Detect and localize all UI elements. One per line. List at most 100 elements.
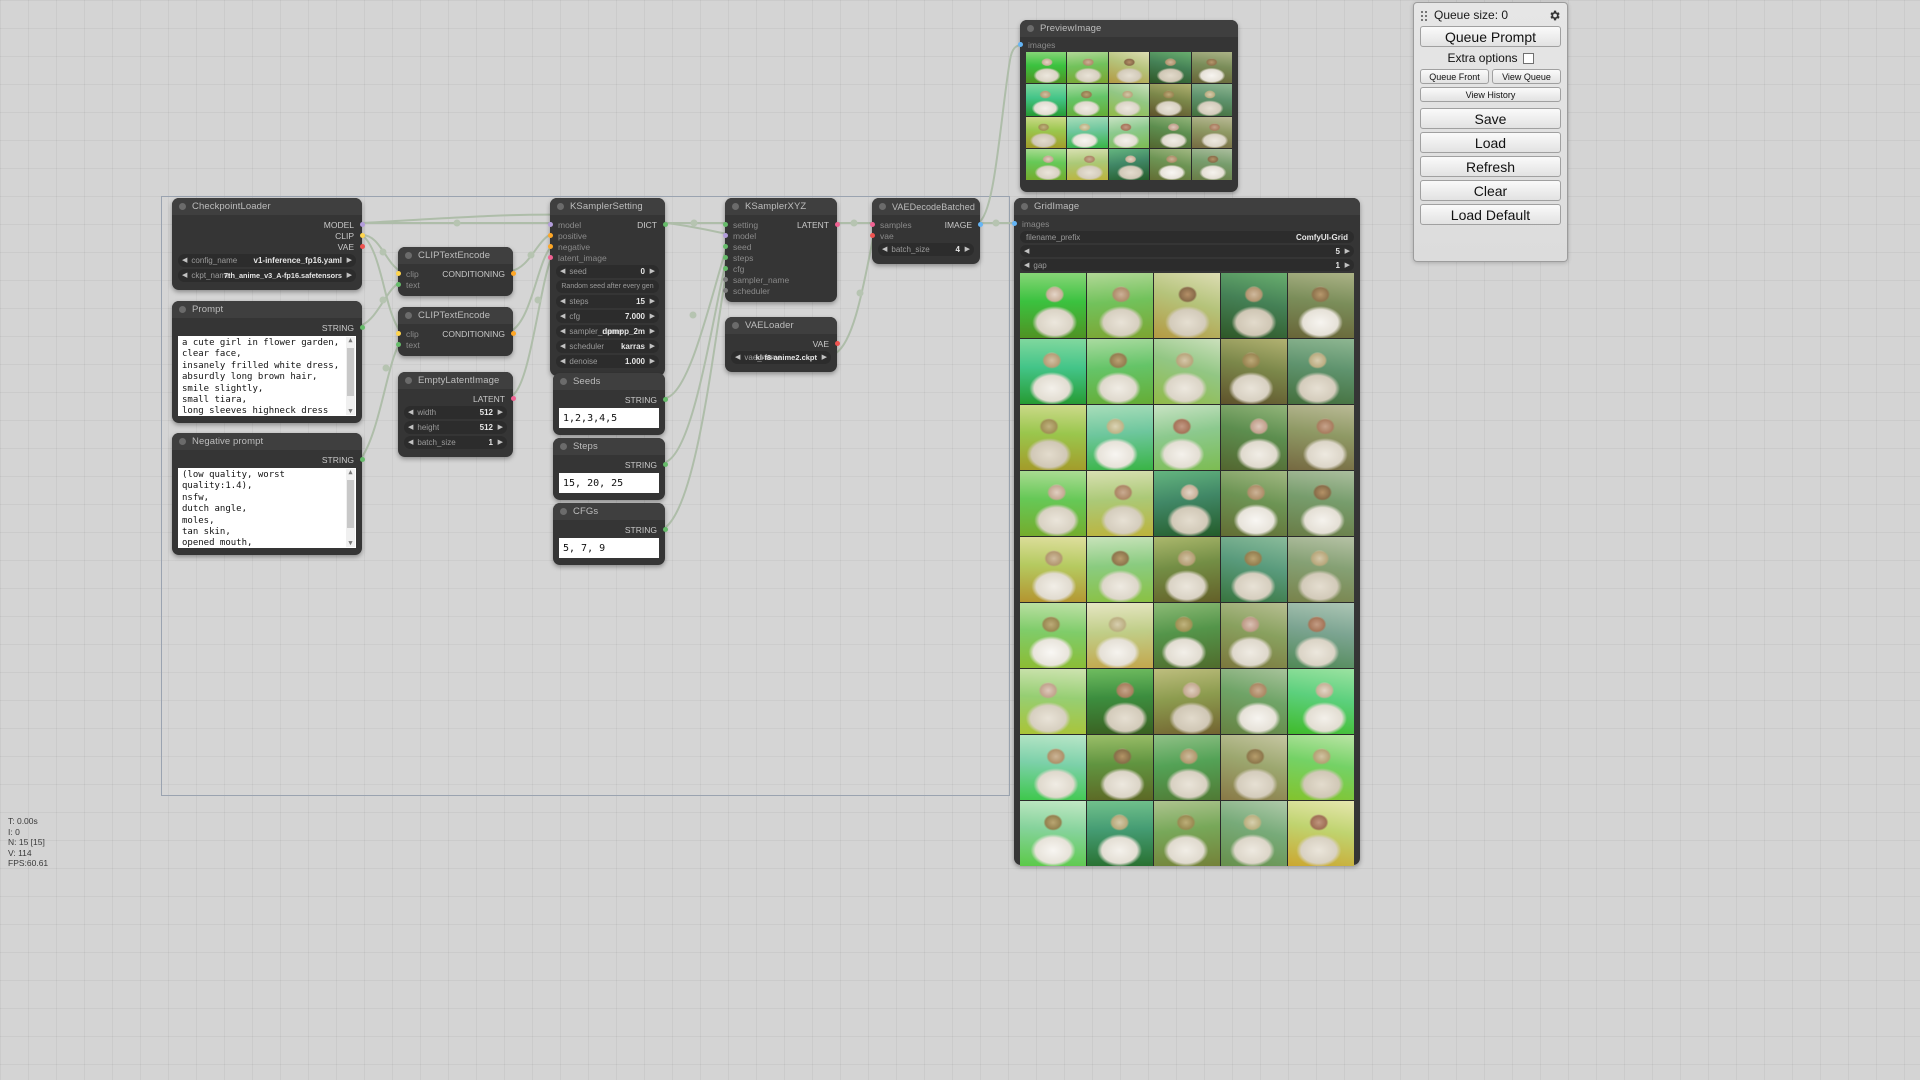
seeds-input[interactable]: 1,2,3,4,5 bbox=[559, 408, 659, 428]
node-title-bar[interactable]: CFGs bbox=[553, 503, 665, 520]
save-button[interactable]: Save bbox=[1420, 108, 1561, 129]
io-row-setting-latent[interactable]: setting LATENT bbox=[722, 219, 840, 230]
port-dot-string[interactable] bbox=[359, 457, 365, 462]
port-dot-text[interactable] bbox=[395, 342, 401, 347]
textarea-scrollbar[interactable]: ▲ ▼ bbox=[346, 337, 355, 415]
port-dot-vae[interactable] bbox=[834, 341, 840, 346]
node-title-bar[interactable]: Steps bbox=[553, 438, 665, 455]
port-dot-clip[interactable] bbox=[395, 331, 401, 336]
extra-options-checkbox[interactable] bbox=[1522, 52, 1534, 64]
port-dot-text[interactable] bbox=[395, 282, 401, 287]
io-row-clip-conditioning[interactable]: clip CONDITIONING bbox=[395, 268, 516, 279]
port-dot-model[interactable] bbox=[722, 233, 728, 238]
node-title-bar[interactable]: EmptyLatentImage bbox=[398, 372, 513, 389]
output-port-latent[interactable]: LATENT bbox=[398, 393, 516, 404]
node-cfgs[interactable]: CFGs STRING 5, 7, 9 bbox=[553, 503, 668, 565]
port-dot-steps[interactable] bbox=[722, 255, 728, 260]
port-dot-conditioning[interactable] bbox=[510, 331, 516, 336]
prompt-textarea[interactable]: a cute girl in flower garden, clear face… bbox=[178, 336, 356, 416]
port-dot-model[interactable] bbox=[359, 222, 365, 227]
node-title-bar[interactable]: VAEDecodeBatched bbox=[872, 198, 980, 215]
widget-steps[interactable]: ◀ steps 15 ▶ bbox=[556, 295, 659, 308]
chevron-left-icon[interactable]: ◀ bbox=[560, 298, 565, 305]
node-title-bar[interactable]: KSamplerSetting bbox=[550, 198, 665, 215]
node-title-bar[interactable]: Negative prompt bbox=[172, 433, 362, 450]
chevron-left-icon[interactable]: ◀ bbox=[560, 343, 565, 350]
widget-columns[interactable]: ◀ 5 ▶ bbox=[1020, 245, 1354, 257]
collapse-dot-icon[interactable] bbox=[179, 203, 186, 210]
collapse-dot-icon[interactable] bbox=[405, 252, 412, 259]
chevron-right-icon[interactable]: ▶ bbox=[650, 313, 655, 320]
node-ksampler-setting[interactable]: KSamplerSetting model DICT positive nega… bbox=[547, 198, 668, 376]
port-dot-string[interactable] bbox=[662, 462, 668, 467]
chevron-right-icon[interactable]: ▶ bbox=[965, 246, 970, 253]
output-port-string[interactable]: STRING bbox=[172, 454, 365, 465]
node-prompt[interactable]: Prompt STRING a cute girl in flower gard… bbox=[172, 301, 365, 423]
output-port-string[interactable]: STRING bbox=[553, 524, 668, 535]
widget-scheduler[interactable]: ◀ scheduler karras ▶ bbox=[556, 340, 659, 353]
port-dot-clip[interactable] bbox=[395, 271, 401, 276]
load-button[interactable]: Load bbox=[1420, 132, 1561, 153]
input-port-text[interactable]: text bbox=[395, 339, 513, 350]
scroll-down-icon[interactable]: ▼ bbox=[348, 540, 352, 547]
chevron-left-icon[interactable]: ◀ bbox=[735, 354, 740, 361]
output-port-string[interactable]: STRING bbox=[172, 322, 365, 333]
collapse-dot-icon[interactable] bbox=[560, 508, 567, 515]
input-port-scheduler[interactable]: scheduler bbox=[722, 285, 837, 296]
port-dot-cfg[interactable] bbox=[722, 266, 728, 271]
input-port-vae[interactable]: vae bbox=[869, 230, 980, 241]
clear-button[interactable]: Clear bbox=[1420, 180, 1561, 201]
steps-input[interactable]: 15, 20, 25 bbox=[559, 473, 659, 493]
negative-prompt-textarea[interactable]: (low quality, worst quality:1.4), nsfw, … bbox=[178, 468, 356, 548]
node-vae-decode-batched[interactable]: VAEDecodeBatched samples IMAGE vae ◀ bat… bbox=[869, 198, 983, 264]
collapse-dot-icon[interactable] bbox=[179, 438, 186, 445]
chevron-right-icon[interactable]: ▶ bbox=[498, 424, 503, 431]
collapse-dot-icon[interactable] bbox=[560, 443, 567, 450]
node-seeds[interactable]: Seeds STRING 1,2,3,4,5 bbox=[553, 373, 668, 435]
node-clip-text-encode-positive[interactable]: CLIPTextEncode clip CONDITIONING text bbox=[395, 247, 516, 296]
port-dot-images[interactable] bbox=[1017, 42, 1023, 47]
node-title-bar[interactable]: Prompt bbox=[172, 301, 362, 318]
input-port-images[interactable]: images bbox=[1017, 39, 1238, 50]
node-clip-text-encode-negative[interactable]: CLIPTextEncode clip CONDITIONING text bbox=[395, 307, 516, 356]
port-dot-latent-image[interactable] bbox=[547, 255, 553, 260]
scroll-down-icon[interactable]: ▼ bbox=[348, 408, 352, 415]
node-steps[interactable]: Steps STRING 15, 20, 25 bbox=[553, 438, 668, 500]
output-port-string[interactable]: STRING bbox=[553, 459, 668, 470]
chevron-left-icon[interactable]: ◀ bbox=[560, 328, 565, 335]
chevron-left-icon[interactable]: ◀ bbox=[408, 409, 413, 416]
chevron-right-icon[interactable]: ▶ bbox=[650, 343, 655, 350]
widget-config-name[interactable]: ◀ config_name v1-inference_fp16.yaml ▶ bbox=[178, 254, 356, 267]
chevron-right-icon[interactable]: ▶ bbox=[347, 257, 352, 264]
cfgs-input[interactable]: 5, 7, 9 bbox=[559, 538, 659, 558]
output-port-vae[interactable]: VAE bbox=[725, 338, 840, 349]
chevron-right-icon[interactable]: ▶ bbox=[1345, 262, 1350, 269]
output-port-string[interactable]: STRING bbox=[553, 394, 668, 405]
port-dot-negative[interactable] bbox=[547, 244, 553, 249]
port-dot-vae[interactable] bbox=[359, 244, 365, 249]
port-dot-scheduler[interactable] bbox=[722, 288, 728, 293]
port-dot-vae[interactable] bbox=[869, 233, 875, 238]
node-title-bar[interactable]: PreviewImage bbox=[1020, 20, 1238, 37]
chevron-left-icon[interactable]: ◀ bbox=[1024, 262, 1029, 269]
textarea-scrollbar[interactable]: ▲ ▼ bbox=[346, 469, 355, 547]
input-port-images[interactable]: images bbox=[1011, 218, 1360, 229]
widget-batch-size[interactable]: ◀ batch_size 1 ▶ bbox=[404, 436, 507, 449]
chevron-right-icon[interactable]: ▶ bbox=[650, 298, 655, 305]
view-history-button[interactable]: View History bbox=[1420, 87, 1561, 102]
extra-options-row[interactable]: Extra options bbox=[1420, 50, 1561, 66]
node-title-bar[interactable]: KSamplerXYZ bbox=[725, 198, 837, 215]
port-dot-sampler-name[interactable] bbox=[722, 277, 728, 282]
widget-filename-prefix[interactable]: filename_prefix ComfyUI-Grid bbox=[1020, 231, 1354, 243]
node-title-bar[interactable]: CheckpointLoader bbox=[172, 198, 362, 215]
port-dot-string[interactable] bbox=[662, 397, 668, 402]
chevron-right-icon[interactable]: ▶ bbox=[822, 354, 827, 361]
queue-front-button[interactable]: Queue Front bbox=[1420, 69, 1489, 84]
widget-width[interactable]: ◀ width 512 ▶ bbox=[404, 406, 507, 419]
node-title-bar[interactable]: CLIPTextEncode bbox=[398, 247, 513, 264]
widget-denoise[interactable]: ◀ denoise 1.000 ▶ bbox=[556, 355, 659, 368]
chevron-left-icon[interactable]: ◀ bbox=[408, 424, 413, 431]
chevron-left-icon[interactable]: ◀ bbox=[182, 257, 187, 264]
node-empty-latent-image[interactable]: EmptyLatentImage LATENT ◀ width 512 ▶ ◀ … bbox=[398, 372, 516, 457]
input-port-positive[interactable]: positive bbox=[547, 230, 665, 241]
